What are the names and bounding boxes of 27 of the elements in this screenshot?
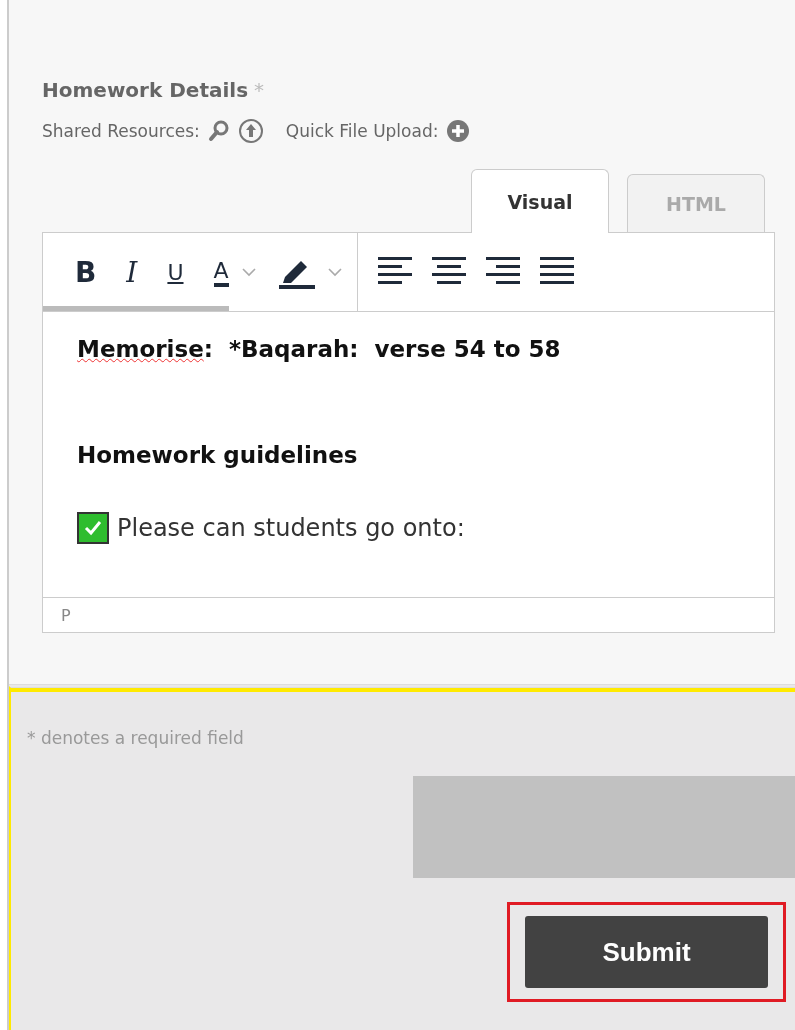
editor-tab[interactable]: Visual bbox=[471, 169, 609, 233]
chevron-down-icon[interactable] bbox=[240, 267, 257, 277]
memorise-text: Memorise: *Baqarah: verse 54 to 58 bbox=[77, 336, 562, 362]
add-icon[interactable] bbox=[446, 119, 471, 143]
upload-icon[interactable] bbox=[237, 118, 264, 144]
shared-resources-label: Shared Resources: bbox=[42, 121, 200, 141]
underline-button[interactable]: U bbox=[167, 259, 184, 285]
justify-icon[interactable] bbox=[539, 257, 574, 287]
submit-button[interactable]: Submit bbox=[525, 916, 768, 988]
align-right-icon[interactable] bbox=[485, 257, 520, 287]
required-note: * denotes a required field bbox=[27, 728, 245, 748]
text-color-button[interactable]: A bbox=[213, 257, 229, 287]
italic-button[interactable]: I bbox=[126, 255, 138, 289]
guideline-text: Please can students go onto: bbox=[117, 514, 465, 542]
chevron-down-icon[interactable] bbox=[326, 267, 343, 277]
text-editor[interactable]: B I U A Memorise: *Baqarah: verse 54 to 58 Homework guidelines Please can students go onto: P bbox=[42, 232, 775, 633]
align-left-icon[interactable] bbox=[377, 257, 412, 287]
search-icon[interactable] bbox=[207, 120, 230, 142]
quick-upload-label: Quick File Upload: bbox=[285, 121, 439, 141]
bold-button[interactable]: B bbox=[75, 255, 97, 289]
checkmark-icon bbox=[83, 518, 103, 538]
required-mark: * bbox=[254, 78, 265, 102]
scrollbar[interactable] bbox=[43, 306, 229, 311]
guidelines-heading: Homework guidelines bbox=[77, 442, 359, 468]
align-center-icon[interactable] bbox=[431, 257, 466, 287]
element-path: P bbox=[61, 605, 71, 625]
field-label: Homework Details bbox=[42, 78, 249, 102]
